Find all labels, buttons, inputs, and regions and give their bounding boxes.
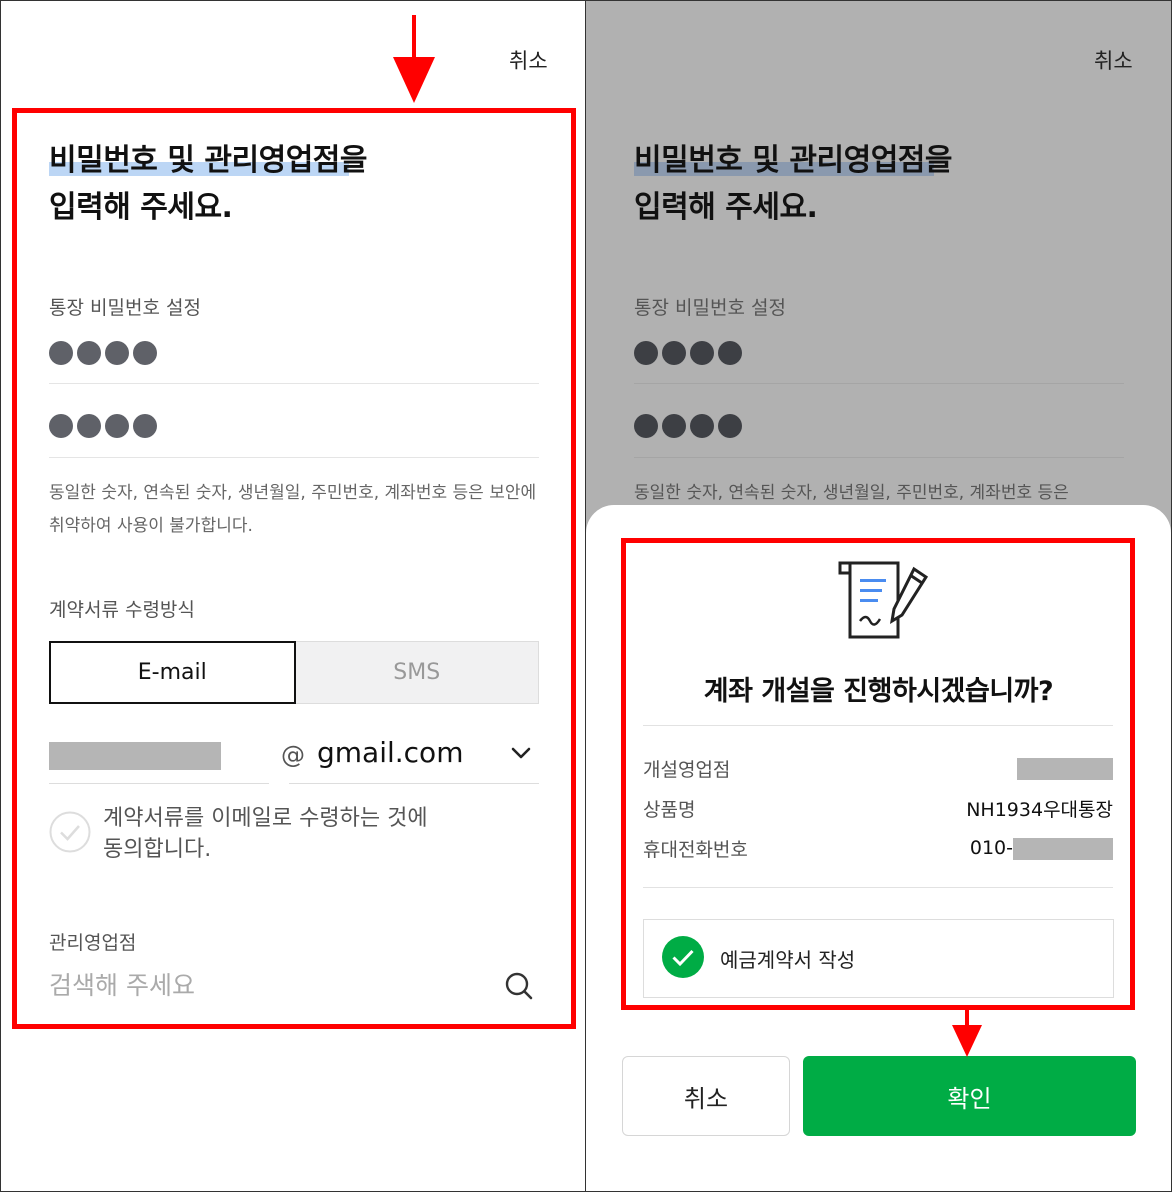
info-row-product: 상품명 NH1934우대통장 [643,799,1113,821]
password-field[interactable] [49,341,157,365]
masked-value [1017,757,1113,780]
check-icon[interactable] [662,935,704,982]
divider [49,383,539,384]
arrow-down-icon [952,1007,982,1061]
annotation-highlight-box [12,108,576,1029]
info-row-phone: 휴대전화번호 010- [643,835,1113,862]
arrow-down-icon [393,15,435,107]
divider [634,383,1124,384]
chevron-down-icon[interactable] [509,741,533,769]
password-confirm-field [634,414,742,438]
search-icon[interactable] [504,971,534,1005]
option-email-button[interactable]: E-mail [49,641,296,704]
divider [49,783,269,784]
modal-title: 계좌 개설을 진행하시겠습니까? [703,676,1054,707]
email-domain-select[interactable]: gmail.com [317,736,463,769]
document-method-label: 계약서류 수령방식 [49,599,195,621]
divider [289,783,539,784]
divider [643,887,1113,888]
password-confirm-field[interactable] [49,414,157,438]
confirm-bottom-sheet: 계좌 개설을 진행하시겠습니까? 개설영업점 상품명 NH1934우대통장 휴대… [586,505,1171,1191]
cancel-link[interactable]: 취소 [1094,45,1133,75]
password-label: 통장 비밀번호 설정 [49,297,201,319]
cancel-link[interactable]: 취소 [509,45,548,75]
branch-label: 관리영업점 [49,932,137,954]
at-sign: @ [281,741,305,769]
divider [49,457,539,458]
check-icon[interactable] [49,811,91,857]
confirm-button[interactable]: 확인 [803,1056,1136,1136]
option-sms-button[interactable]: SMS [295,641,539,704]
page-title: 비밀번호 및 관리영업점을 입력해 주세요. [49,143,368,225]
divider [643,725,1113,726]
document-sign-icon [836,559,934,647]
info-row-branch: 개설영업점 [643,755,1113,782]
password-field [634,341,742,365]
password-note: 동일한 숫자, 연속된 숫자, 생년월일, 주민번호, 계좌번호 등은 보안에 … [49,483,537,536]
masked-value [1013,837,1113,860]
page-title: 비밀번호 및 관리영업점을 입력해 주세요. [634,143,953,225]
branch-search-input[interactable] [49,965,489,1005]
cancel-button[interactable]: 취소 [622,1056,790,1136]
email-id-field[interactable] [49,742,221,770]
divider [634,457,1124,458]
password-branch-screen: 취소 비밀번호 및 관리영업점을 입력해 주세요. 통장 비밀번호 설정 동일한… [0,0,586,1192]
password-label: 통장 비밀번호 설정 [634,297,786,319]
confirm-screen: 취소 비밀번호 및 관리영업점을 입력해 주세요. 통장 비밀번호 설정 동일한… [586,0,1172,1192]
consent-row[interactable]: 예금계약서 작성 [643,919,1114,998]
email-agree-text[interactable]: 계약서류를 이메일로 수령하는 것에 동의합니다. [103,803,428,865]
document-method-toggle: E-mail SMS [49,641,539,704]
